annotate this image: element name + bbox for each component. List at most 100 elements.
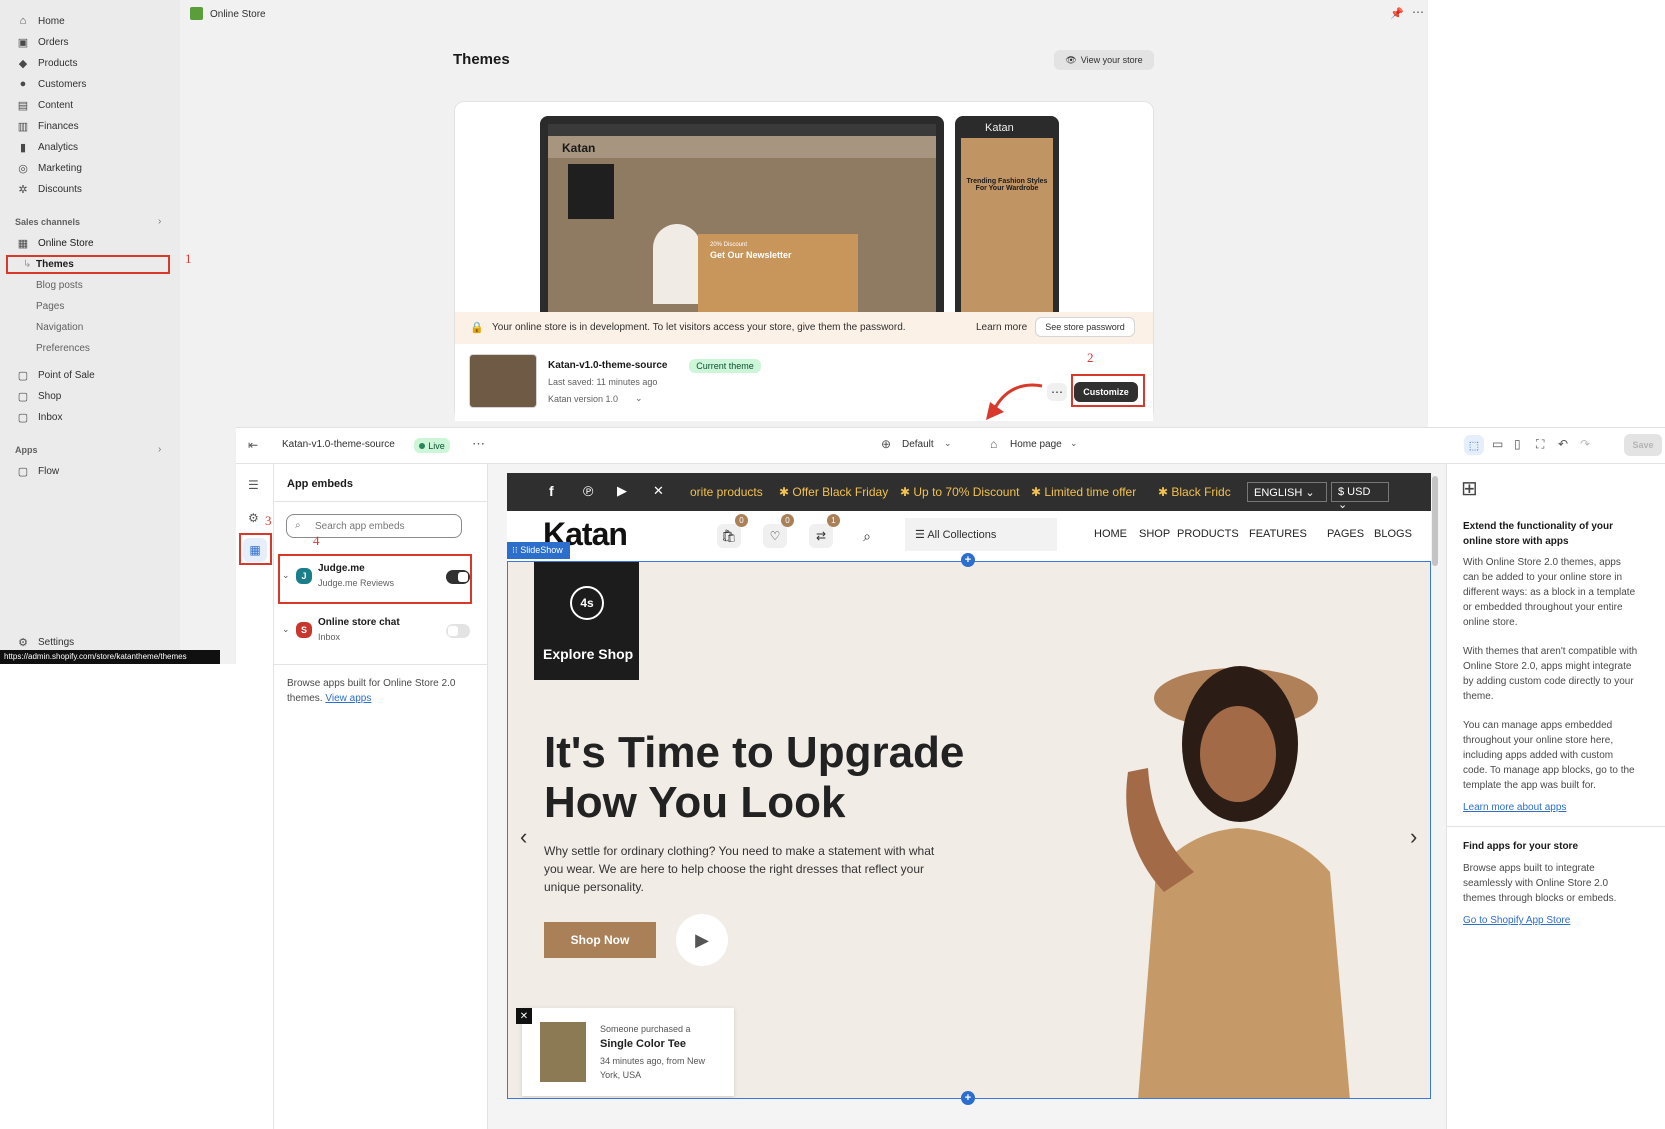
- menu-shop[interactable]: SHOP: [1139, 528, 1170, 540]
- learn-about-apps-link[interactable]: Learn more about apps: [1463, 802, 1566, 813]
- add-section-top-icon[interactable]: +: [961, 553, 975, 567]
- all-collections-button[interactable]: ☰ All Collections: [905, 518, 1057, 551]
- preview-model-image: [653, 224, 701, 304]
- cart-icon[interactable]: 🛍: [717, 524, 741, 548]
- compare-icon[interactable]: ⇄: [809, 524, 833, 548]
- sections-icon[interactable]: ☰: [248, 478, 259, 492]
- exit-icon[interactable]: ⇤: [248, 438, 258, 452]
- target-icon: ◎: [18, 162, 28, 175]
- step-1-label: 1: [185, 251, 192, 266]
- home-icon: ⌂: [19, 15, 27, 27]
- see-store-password-button[interactable]: See store password: [1035, 317, 1135, 337]
- sidebar-sub-blog-posts[interactable]: Blog posts: [36, 276, 83, 294]
- sidebar-item-home[interactable]: ⌂ Home: [16, 11, 65, 31]
- chevron-right-icon[interactable]: ›: [158, 216, 161, 227]
- currency-selector[interactable]: $ USD ⌄: [1331, 482, 1389, 511]
- mobile-view-icon[interactable]: ▯: [1514, 437, 1521, 451]
- sidebar-sub-preferences[interactable]: Preferences: [36, 339, 90, 357]
- slider-next-icon[interactable]: ›: [1410, 824, 1417, 850]
- desktop-view-icon[interactable]: ▭: [1492, 437, 1503, 451]
- wishlist-icon[interactable]: ♡: [763, 524, 787, 548]
- chevron-down-icon[interactable]: ⌄: [635, 393, 643, 404]
- shop-now-button[interactable]: Shop Now: [544, 922, 656, 958]
- menu-home[interactable]: HOME: [1094, 528, 1127, 540]
- sidebar-item-label: Orders: [38, 36, 69, 48]
- redo-icon[interactable]: ↷: [1580, 437, 1590, 451]
- compare-count: 1: [827, 514, 840, 527]
- language-selector[interactable]: ENGLISH ⌄: [1247, 482, 1327, 502]
- search-icon[interactable]: ⌕: [855, 524, 879, 548]
- page-dropdown[interactable]: Home page: [1010, 439, 1062, 450]
- chevron-right-icon[interactable]: ›: [158, 444, 161, 455]
- facebook-icon[interactable]: f: [549, 483, 554, 499]
- sidebar-sub-navigation[interactable]: Navigation: [36, 318, 83, 336]
- default-dropdown[interactable]: Default: [902, 439, 934, 450]
- admin-sidebar: ⌂ Home ▣ Orders ◆ Products ● Customers ▤ Cont…: [0, 0, 180, 664]
- view-apps-link[interactable]: View apps: [325, 693, 371, 704]
- pinterest-icon[interactable]: ℗: [583, 483, 593, 499]
- fullscreen-icon[interactable]: ⛶: [1536, 437, 1544, 452]
- apps-heading: Apps: [15, 445, 38, 455]
- hero-title: It's Time to Upgrade How You Look: [544, 728, 964, 828]
- sidebar-item-point-of-sale[interactable]: ▢ Point of Sale: [16, 365, 95, 385]
- slideshow-section[interactable]: 4s Explore Shop It's Time to Upgrade How…: [507, 561, 1431, 1099]
- theme-actions-button[interactable]: ⋯: [1047, 383, 1067, 401]
- add-section-bottom-icon[interactable]: +: [961, 1091, 975, 1105]
- chat-toggle[interactable]: [446, 624, 470, 638]
- sidebar-sub-pages[interactable]: Pages: [36, 297, 64, 315]
- youtube-icon[interactable]: ▶: [617, 483, 627, 499]
- more-icon[interactable]: ⋯: [472, 436, 485, 452]
- inspector-icon[interactable]: ⬚: [1464, 435, 1484, 455]
- sidebar-item-flow[interactable]: ▢ Flow: [16, 461, 59, 481]
- sidebar-item-customers[interactable]: ● Customers: [16, 74, 87, 94]
- menu-blogs[interactable]: BLOGS: [1374, 528, 1412, 540]
- slider-prev-icon[interactable]: ‹: [520, 824, 527, 850]
- live-badge: Live: [414, 438, 450, 453]
- sidebar-item-settings[interactable]: ⚙ Settings: [16, 632, 74, 652]
- chevron-down-icon[interactable]: ⌄: [944, 438, 952, 449]
- announcement-item: ✱ Up to 70% Discount: [900, 485, 1020, 499]
- menu-pages[interactable]: PAGES: [1327, 528, 1364, 540]
- menu-features[interactable]: FEATURES: [1249, 528, 1307, 540]
- sidebar-item-marketing[interactable]: ◎ Marketing: [16, 158, 82, 178]
- sidebar-item-content[interactable]: ▤ Content: [16, 95, 73, 115]
- view-store-button[interactable]: 👁 View your store: [1054, 50, 1154, 70]
- sidebar-item-analytics[interactable]: ▮ Analytics: [16, 137, 78, 157]
- x-icon[interactable]: ✕: [653, 483, 664, 499]
- sidebar-item-discounts[interactable]: ✲ Discounts: [16, 179, 82, 199]
- highlight-app-embeds: [239, 533, 272, 565]
- currency-label: $ USD: [1338, 486, 1371, 498]
- explore-shop-badge[interactable]: 4s Explore Shop: [534, 562, 639, 680]
- sidebar-item-finances[interactable]: ▥ Finances: [16, 116, 79, 136]
- bar-chart-icon: ▮: [19, 141, 27, 154]
- store-icon: ▦: [17, 237, 29, 250]
- pin-icon[interactable]: 📌: [1390, 7, 1404, 20]
- chevron-down-icon[interactable]: ⌄: [282, 624, 290, 635]
- app-store-link[interactable]: Go to Shopify App Store: [1463, 915, 1570, 926]
- more-icon[interactable]: ⋯: [1412, 5, 1424, 19]
- explore-logo: 4s: [570, 586, 604, 620]
- dev-notice-bar: 🔒 Your online store is in development. T…: [455, 312, 1153, 344]
- sidebar-item-online-store[interactable]: ▦ Online Store: [16, 233, 94, 253]
- highlight-customize: [1071, 374, 1145, 407]
- preview-scrollbar[interactable]: [1432, 476, 1438, 566]
- sidebar-item-products[interactable]: ◆ Products: [16, 53, 78, 73]
- sidebar-item-inbox[interactable]: ▢ Inbox: [16, 407, 63, 427]
- chevron-down-icon[interactable]: ⌄: [1070, 438, 1078, 449]
- close-icon[interactable]: ✕: [516, 1008, 532, 1024]
- recent-purchase-popup: ✕ Someone purchased a Single Color Tee 3…: [516, 1008, 734, 1096]
- purchase-product[interactable]: Single Color Tee: [600, 1038, 686, 1050]
- embed-online-store-chat[interactable]: ⌄ S Online store chat Inbox: [282, 610, 478, 654]
- play-video-button[interactable]: ▶: [676, 914, 728, 966]
- sidebar-item-shop[interactable]: ▢ Shop: [16, 386, 62, 406]
- save-button[interactable]: Save: [1624, 434, 1662, 456]
- step-2-label: 2: [1087, 350, 1094, 365]
- section-tag: ⁝⁝ SlideShow: [507, 542, 570, 559]
- sidebar-item-orders[interactable]: ▣ Orders: [16, 32, 69, 52]
- gear-icon[interactable]: ⚙: [248, 511, 259, 525]
- purchase-location: York, USA: [600, 1070, 642, 1080]
- undo-icon[interactable]: ↶: [1558, 437, 1568, 451]
- menu-products[interactable]: PRODUCTS: [1177, 528, 1239, 540]
- announcement-text: Up to 70% Discount: [913, 485, 1020, 499]
- learn-more-link[interactable]: Learn more: [976, 322, 1027, 333]
